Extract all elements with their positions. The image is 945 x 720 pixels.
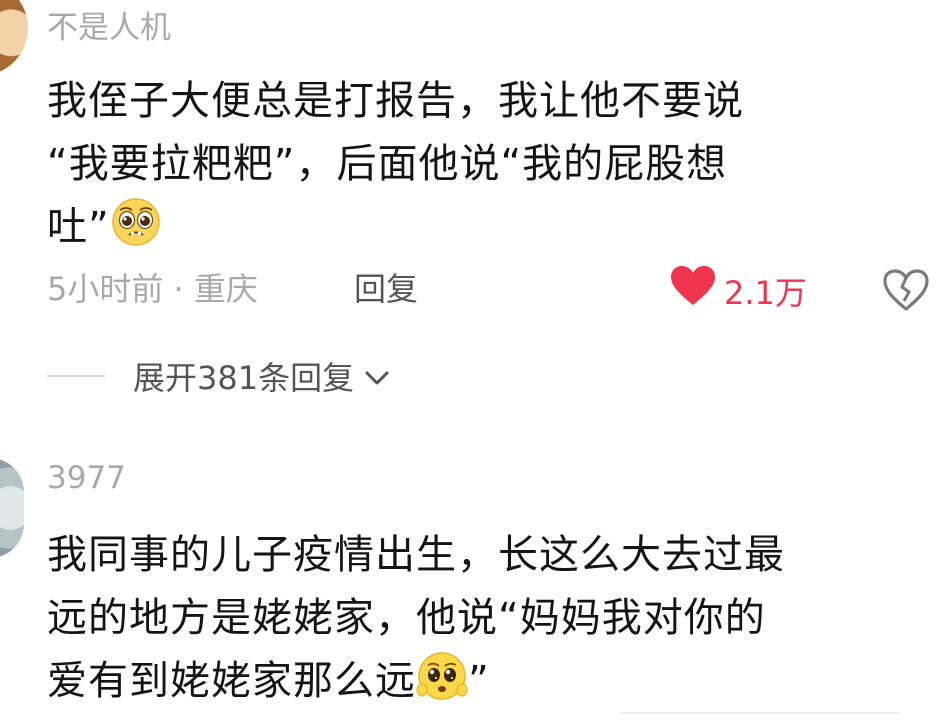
- avatar[interactable]: [0, 0, 28, 76]
- expand-replies-button[interactable]: 展开381条回复: [47, 354, 390, 398]
- username[interactable]: 不是人机: [47, 8, 907, 48]
- expand-replies-label: 展开381条回复: [133, 359, 355, 397]
- avatar[interactable]: [0, 458, 24, 558]
- like-count: 2.1万: [724, 273, 807, 312]
- comment-text: 我侄子大便总是打报告，我让他不要说 “我要拉粑粑”，后面他说“我的屁股想 吐”: [47, 70, 867, 259]
- comment-line: 吐”: [47, 204, 110, 250]
- comment-item: 3977 我同事的儿子疫情出生，长这么大去过最 远的地方是姥姥家，他说“妈妈我对…: [47, 458, 907, 713]
- next-comment-hint: [620, 712, 900, 720]
- heart-icon: [670, 265, 716, 320]
- pleading-face-emoji-icon: [416, 650, 468, 702]
- comment-line: 爱有到姥姥家那么远: [47, 658, 416, 704]
- reply-button[interactable]: 回复: [354, 265, 418, 313]
- time-location: 5小时前 · 重庆: [47, 270, 258, 308]
- comment-line: 我侄子大便总是打报告，我让他不要说: [47, 78, 744, 124]
- broken-heart-icon[interactable]: [883, 269, 929, 324]
- username[interactable]: 3977: [47, 458, 907, 498]
- comment-line-3: 爱有到姥姥家那么远 ”: [47, 650, 867, 713]
- comment-text: 我同事的儿子疫情出生，长这么大去过最 远的地方是姥姥家，他说“妈妈我对你的 爱有…: [47, 524, 867, 713]
- divider: [47, 375, 105, 377]
- closing-quote: ”: [468, 658, 490, 704]
- comment-line: “我要拉粑粑”，后面他说“我的屁股想: [47, 141, 728, 187]
- chevron-down-icon: [364, 357, 390, 395]
- like-button[interactable]: 2.1万: [670, 265, 807, 320]
- comment-line: 我同事的儿子疫情出生，长这么大去过最: [47, 532, 785, 578]
- comment-item: 不是人机 我侄子大便总是打报告，我让他不要说 “我要拉粑粑”，后面他说“我的屁股…: [47, 8, 907, 259]
- comment-feed: 不是人机 我侄子大便总是打报告，我让他不要说 “我要拉粑粑”，后面他说“我的屁股…: [0, 0, 945, 720]
- pleading-face-emoji-icon: [110, 196, 162, 248]
- comment-line-3: 吐”: [47, 196, 867, 259]
- comment-meta: 5小时前 · 重庆 回复 2.1万: [47, 265, 929, 313]
- comment-line: 远的地方是姥姥家，他说“妈妈我对你的: [47, 595, 766, 641]
